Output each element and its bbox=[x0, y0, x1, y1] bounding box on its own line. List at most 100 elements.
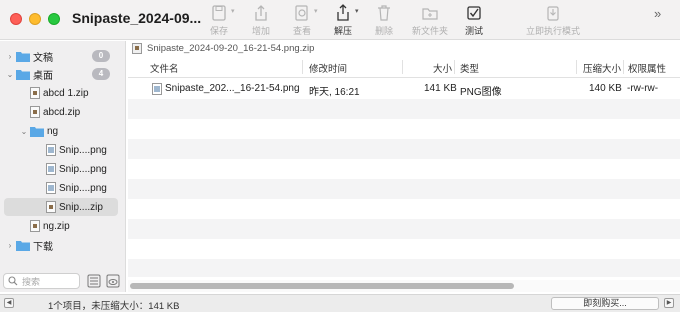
path-bar: Snipaste_2024-09-20_16-21-54.png.zip bbox=[128, 41, 680, 55]
toolbar-overflow-icon[interactable]: » bbox=[654, 6, 661, 21]
sidebar-item-label: Snip....png bbox=[59, 182, 107, 194]
filter-icon[interactable] bbox=[86, 273, 102, 289]
search-placeholder: 搜索 bbox=[22, 276, 41, 287]
test-icon bbox=[467, 6, 481, 20]
zip-file-icon bbox=[30, 87, 40, 99]
close-window-button[interactable] bbox=[10, 13, 22, 25]
sidebar-item-png-1[interactable]: Snip....png bbox=[4, 141, 118, 159]
sidebar-item-abcd-zip[interactable]: abcd.zip bbox=[4, 103, 118, 121]
chevron-down-icon[interactable]: ⌄ bbox=[18, 127, 30, 136]
save-icon bbox=[212, 5, 226, 21]
file-modified: 昨天, 16:21 bbox=[309, 87, 360, 98]
extract-label: 解压 bbox=[333, 26, 352, 36]
new-folder-button[interactable]: 新文件夹 bbox=[407, 4, 453, 38]
trash-icon bbox=[378, 5, 390, 21]
column-header-type[interactable]: 类型 bbox=[460, 61, 479, 75]
view-dropdown-icon[interactable]: ▾ bbox=[314, 7, 318, 15]
sidebar-item-label: Snip....png bbox=[59, 144, 107, 156]
preview-eye-icon[interactable] bbox=[105, 273, 121, 289]
empty-row bbox=[128, 179, 680, 199]
sidebar-item-ng-zip[interactable]: ng.zip bbox=[4, 217, 118, 235]
empty-row bbox=[128, 239, 680, 259]
file-list: Snipaste_202..._16-21-54.png 昨天, 16:21 1… bbox=[128, 79, 680, 277]
zoom-window-button[interactable] bbox=[48, 13, 60, 25]
column-divider[interactable] bbox=[402, 60, 403, 74]
extract-icon bbox=[337, 4, 349, 21]
minimize-window-button[interactable] bbox=[29, 13, 41, 25]
extract-dropdown-icon[interactable]: ▾ bbox=[355, 7, 359, 15]
file-compressed-size: 140 KB bbox=[589, 83, 622, 94]
execute-mode-label: 立即执行模式 bbox=[525, 26, 580, 36]
empty-row bbox=[128, 199, 680, 219]
zip-file-icon bbox=[30, 106, 40, 118]
test-button[interactable]: 测试 bbox=[452, 4, 496, 38]
sidebar-item-documents[interactable]: › 文稿 0 bbox=[4, 47, 118, 65]
empty-row bbox=[128, 119, 680, 139]
test-label: 测试 bbox=[464, 26, 483, 36]
sidebar-item-label: Snip....png bbox=[59, 163, 107, 175]
search-icon bbox=[8, 276, 18, 286]
chevron-down-icon[interactable]: ⌄ bbox=[4, 70, 16, 79]
scroll-left-icon[interactable]: ◀ bbox=[4, 298, 14, 308]
toolbar: Snipaste_2024-09... 保存 ▾ 增加 查看 ▾ 解压 ▾ 删除… bbox=[0, 0, 680, 40]
file-size: 141 KB bbox=[424, 83, 457, 94]
chevron-right-icon[interactable]: › bbox=[4, 241, 16, 250]
horizontal-scrollbar[interactable] bbox=[128, 280, 680, 292]
sidebar-item-png-3[interactable]: Snip....png bbox=[4, 179, 118, 197]
buy-now-button[interactable]: 即刻购买... bbox=[551, 297, 659, 310]
sidebar: › 文稿 0 ⌄ 桌面 4 abcd 1.zip abcd.zip ⌄ ng S… bbox=[0, 41, 126, 292]
folder-icon bbox=[16, 51, 30, 62]
sidebar-item-label: abcd 1.zip bbox=[43, 87, 89, 99]
sidebar-item-snipaste-zip[interactable]: Snip....zip bbox=[4, 198, 118, 216]
chevron-right-icon[interactable]: › bbox=[4, 52, 16, 61]
file-type: PNG图像 bbox=[460, 87, 502, 98]
file-list-header: 文件名 修改时间 大小 类型 压缩大小 权限属性 bbox=[128, 56, 680, 78]
column-divider[interactable] bbox=[576, 60, 577, 74]
delete-button[interactable]: 删除 bbox=[362, 4, 406, 38]
window-title: Snipaste_2024-09... bbox=[72, 10, 202, 26]
column-divider[interactable] bbox=[454, 60, 455, 74]
folder-icon bbox=[16, 240, 30, 251]
status-text: 1个项目，未压缩大小：141 KB bbox=[48, 301, 180, 312]
column-header-compressed[interactable]: 压缩大小 bbox=[583, 61, 621, 75]
zip-file-icon bbox=[132, 42, 142, 54]
column-divider[interactable] bbox=[623, 60, 624, 74]
sidebar-item-desktop[interactable]: ⌄ 桌面 4 bbox=[4, 65, 118, 83]
column-header-modified[interactable]: 修改时间 bbox=[309, 61, 347, 75]
table-row[interactable]: Snipaste_202..._16-21-54.png 昨天, 16:21 1… bbox=[128, 79, 680, 99]
column-header-size[interactable]: 大小 bbox=[433, 61, 452, 75]
sidebar-item-label: abcd.zip bbox=[43, 106, 81, 118]
sidebar-item-abcd1-zip[interactable]: abcd 1.zip bbox=[4, 84, 118, 102]
sidebar-footer: 搜索 bbox=[0, 272, 126, 292]
search-input[interactable]: 搜索 bbox=[3, 273, 80, 289]
new-folder-icon bbox=[422, 8, 438, 20]
save-label: 保存 bbox=[209, 26, 228, 36]
image-file-icon bbox=[46, 163, 56, 175]
archive-path: Snipaste_2024-09-20_16-21-54.png.zip bbox=[147, 42, 315, 54]
sidebar-item-label: 下载 bbox=[33, 241, 53, 253]
scroll-right-icon[interactable]: ▶ bbox=[664, 298, 674, 308]
sidebar-item-downloads[interactable]: › 下载 bbox=[4, 236, 118, 254]
scrollbar-thumb[interactable] bbox=[130, 283, 514, 289]
column-header-name[interactable]: 文件名 bbox=[150, 61, 179, 75]
view-label: 查看 bbox=[292, 26, 311, 36]
sidebar-item-png-2[interactable]: Snip....png bbox=[4, 160, 118, 178]
empty-row bbox=[128, 159, 680, 179]
empty-row bbox=[128, 259, 680, 277]
save-dropdown-icon[interactable]: ▾ bbox=[231, 7, 235, 15]
add-button[interactable]: 增加 bbox=[239, 4, 283, 38]
execute-mode-button[interactable]: 立即执行模式 bbox=[522, 4, 584, 38]
archive-window: Snipaste_2024-09... 保存 ▾ 增加 查看 ▾ 解压 ▾ 删除… bbox=[0, 0, 680, 312]
folder-icon bbox=[30, 126, 44, 137]
add-label: 增加 bbox=[251, 26, 270, 36]
delete-label: 删除 bbox=[374, 26, 393, 36]
column-divider[interactable] bbox=[302, 60, 303, 74]
sidebar-item-ng-folder[interactable]: ⌄ ng bbox=[4, 122, 118, 140]
column-header-permissions[interactable]: 权限属性 bbox=[628, 61, 666, 75]
image-file-icon bbox=[152, 83, 162, 95]
file-name: Snipaste_202..._16-21-54.png bbox=[165, 83, 300, 94]
sidebar-item-label: 桌面 bbox=[33, 70, 53, 82]
sidebar-item-label: ng bbox=[47, 125, 59, 137]
execute-mode-icon bbox=[547, 6, 559, 21]
view-icon bbox=[295, 5, 308, 21]
